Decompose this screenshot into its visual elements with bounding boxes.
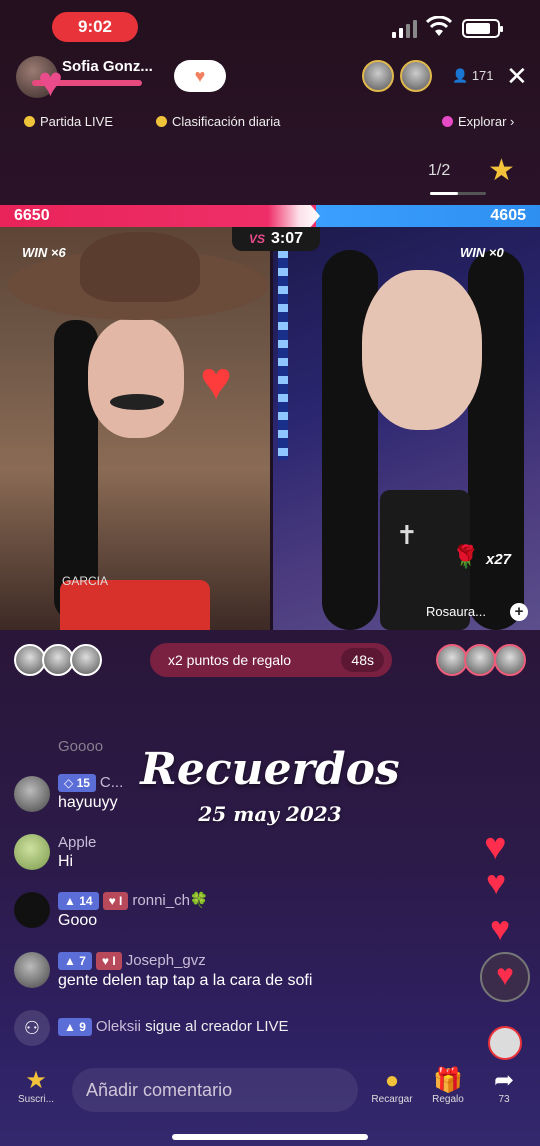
chat-text: Gooo (58, 912, 98, 929)
flame-icon (156, 116, 167, 127)
right-team-avatar-2[interactable] (464, 644, 496, 676)
comment-input[interactable]: Añadir comentario (72, 1068, 358, 1112)
coin-icon (24, 116, 35, 127)
chat-avatar[interactable] (14, 892, 50, 928)
score-divider (268, 205, 320, 227)
follow-button[interactable]: ♥ (174, 60, 226, 92)
chat-message: ▲ 7 ♥ I Joseph_gvz gente delen tap tap a l… (58, 952, 312, 990)
heart-icon: ♥ (200, 351, 233, 411)
fan-badge: ♥ I (95, 952, 122, 970)
rose-gift-count: x27 (486, 551, 512, 568)
subscribe-button[interactable]: ★ Suscri... (14, 1067, 58, 1106)
gift-box-icon[interactable] (488, 1026, 522, 1060)
category-partida-live[interactable]: Partida LIVE (24, 114, 113, 129)
signal-icon (392, 18, 422, 38)
chat-username[interactable]: Joseph_gvz (126, 952, 206, 969)
chat-system-message: ▲ 9 Oleksii sigue al creador LIVE (58, 1018, 289, 1036)
mustache-prop (110, 394, 164, 410)
home-indicator[interactable] (172, 1134, 368, 1140)
rose-icon: 🌹 (452, 544, 480, 569)
star-icon[interactable]: ★ (488, 154, 515, 188)
level-badge: ▲ 7 (58, 952, 92, 970)
share-arrow-icon: ➦ (493, 1067, 515, 1094)
recharge-button[interactable]: ● Recargar (364, 1067, 420, 1106)
gift-button[interactable]: 🎁 Regalo (424, 1067, 472, 1106)
chat-username[interactable]: Apple (58, 834, 96, 851)
gift-points-banner[interactable]: x2 puntos de regalo 48s (150, 643, 392, 677)
wifi-icon (426, 16, 452, 36)
chat-username[interactable]: Oleksii (96, 1018, 141, 1035)
win-streak-right: WIN ×0 (460, 245, 504, 260)
chat-avatar[interactable] (14, 834, 50, 870)
star-icon: ★ (25, 1067, 47, 1094)
level-badge: ▲ 9 (58, 1018, 92, 1036)
battle-timer: VS 3:07 (232, 227, 320, 251)
chat-text: gente delen tap tap a la cara de sofi (58, 972, 313, 989)
vs-icon: VS (248, 232, 265, 246)
explore-icon (442, 116, 453, 127)
floating-heart-icon: ♥ (490, 910, 511, 948)
gift-icon: 🎁 (433, 1067, 463, 1094)
follow-opponent-button[interactable]: + (510, 603, 528, 621)
right-face (362, 270, 482, 430)
viewer-count[interactable]: 👤 171 (452, 68, 494, 84)
page-progress (430, 192, 486, 195)
follow-user-icon: ⚇ (14, 1010, 50, 1046)
top-viewer-1-avatar[interactable] (362, 60, 394, 92)
share-button[interactable]: ➦ 73 (482, 1067, 526, 1106)
led-light-strip (278, 250, 288, 460)
host-name[interactable]: Sofia Gonz... (62, 58, 153, 75)
close-icon[interactable]: ✕ (506, 62, 528, 90)
chat-message: ▲ 14 ♥ Ironni_ch🍀 Gooo (58, 892, 209, 930)
chat-username[interactable]: ronni_ch🍀 (132, 892, 208, 909)
score-right: 4605 (490, 207, 526, 224)
overlay-date: 25 may 2023 (198, 802, 342, 826)
floating-heart-icon: ♥ (484, 826, 507, 868)
like-button[interactable]: ♥ (480, 952, 530, 1002)
coin-icon: ● (384, 1067, 400, 1094)
chat-message: Apple Hi (58, 834, 96, 871)
hat-crown (80, 232, 200, 302)
left-team-avatar-3[interactable] (70, 644, 102, 676)
score-left: 6650 (14, 207, 50, 224)
right-team-avatar-3[interactable] (494, 644, 526, 676)
left-overlay-label: GARCIA (62, 574, 109, 588)
fan-badge: ♥ I (102, 892, 129, 910)
win-streak-left: WIN ×6 (22, 245, 66, 260)
chat-text: Hi (58, 853, 74, 870)
right-hair-right (468, 250, 524, 630)
cross-necklace-icon: ✝ (396, 520, 418, 550)
level-badge: ▲ 14 (58, 892, 99, 910)
floating-heart-icon: ♥ (486, 864, 507, 902)
top-viewer-2-avatar[interactable] (400, 60, 432, 92)
status-time: 9:02 (52, 12, 138, 42)
person-icon: 👤 (452, 68, 469, 83)
category-clasificacion[interactable]: Clasificación diaria (156, 114, 280, 129)
category-explorar[interactable]: Explorar › (442, 114, 514, 129)
chat-avatar[interactable] (14, 952, 50, 988)
opponent-name[interactable]: Rosaura... (426, 604, 486, 619)
page-indicator[interactable]: 1/2 (428, 162, 450, 180)
battery-icon (462, 19, 503, 38)
overlay-title: Recuerdos (140, 744, 400, 795)
gift-points-timer: 48s (341, 648, 384, 672)
gift-heart-icon: ♥ (194, 66, 206, 86)
left-face (88, 318, 184, 438)
